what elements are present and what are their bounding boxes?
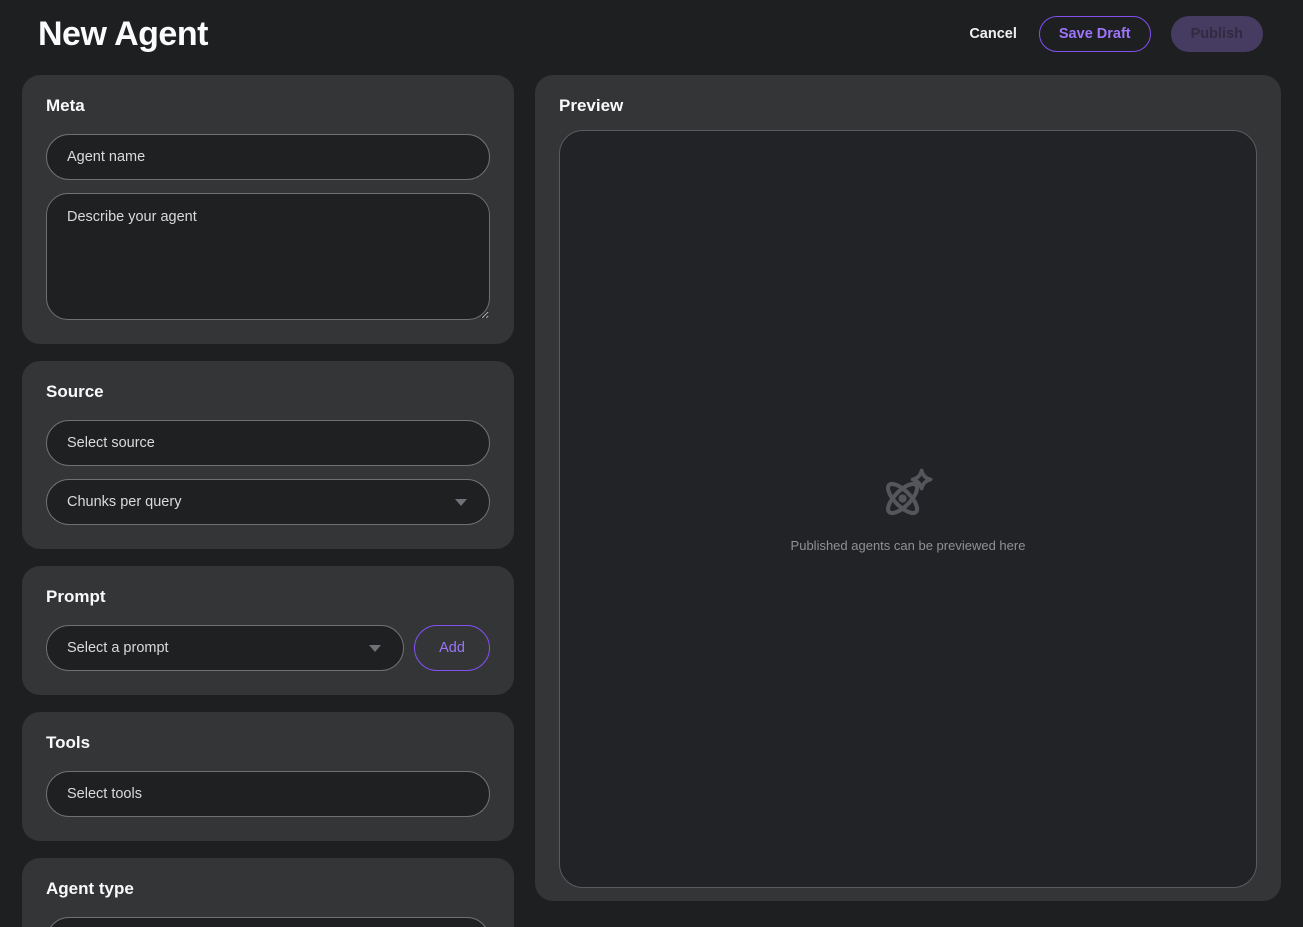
- cancel-button[interactable]: Cancel: [967, 18, 1019, 50]
- save-draft-button[interactable]: Save Draft: [1039, 16, 1151, 52]
- select-prompt-label: Select a prompt: [67, 640, 169, 656]
- publish-button[interactable]: Publish: [1171, 16, 1263, 52]
- select-prompt-select[interactable]: Select a prompt: [46, 625, 404, 671]
- agent-description-textarea[interactable]: [46, 193, 490, 320]
- main-content: Meta Source Chunks per query Prompt Sele…: [0, 68, 1303, 920]
- select-tools-input[interactable]: [46, 771, 490, 817]
- prompt-row: Select a prompt Add: [46, 625, 490, 671]
- source-card-title: Source: [46, 382, 490, 402]
- prompt-card-title: Prompt: [46, 587, 490, 607]
- header-actions: Cancel Save Draft Publish: [967, 16, 1263, 52]
- chunks-per-query-label: Chunks per query: [67, 494, 181, 510]
- preview-card: Preview Published agents can be previewe…: [535, 75, 1281, 901]
- source-card: Source Chunks per query: [22, 361, 514, 549]
- agent-name-input[interactable]: [46, 134, 490, 180]
- select-type-select[interactable]: Select type: [46, 917, 490, 927]
- preview-panel: Published agents can be previewed here: [559, 130, 1257, 888]
- add-prompt-button[interactable]: Add: [414, 625, 490, 671]
- meta-card: Meta: [22, 75, 514, 344]
- preview-empty-text: Published agents can be previewed here: [791, 538, 1026, 553]
- chunks-per-query-select[interactable]: Chunks per query: [46, 479, 490, 525]
- tools-card-title: Tools: [46, 733, 490, 753]
- agent-type-card: Agent type Select type: [22, 858, 514, 927]
- meta-card-title: Meta: [46, 96, 490, 116]
- chevron-down-icon: [455, 499, 467, 506]
- preview-card-title: Preview: [559, 96, 1257, 116]
- atom-sparkle-icon: [879, 465, 937, 528]
- form-column: Meta Source Chunks per query Prompt Sele…: [22, 75, 514, 901]
- agent-type-card-title: Agent type: [46, 879, 490, 899]
- prompt-card: Prompt Select a prompt Add: [22, 566, 514, 695]
- preview-empty-state: Published agents can be previewed here: [791, 465, 1026, 553]
- tools-card: Tools: [22, 712, 514, 841]
- page-title: New Agent: [38, 15, 208, 54]
- chevron-down-icon: [369, 645, 381, 652]
- page-header: New Agent Cancel Save Draft Publish: [0, 0, 1303, 68]
- select-source-input[interactable]: [46, 420, 490, 466]
